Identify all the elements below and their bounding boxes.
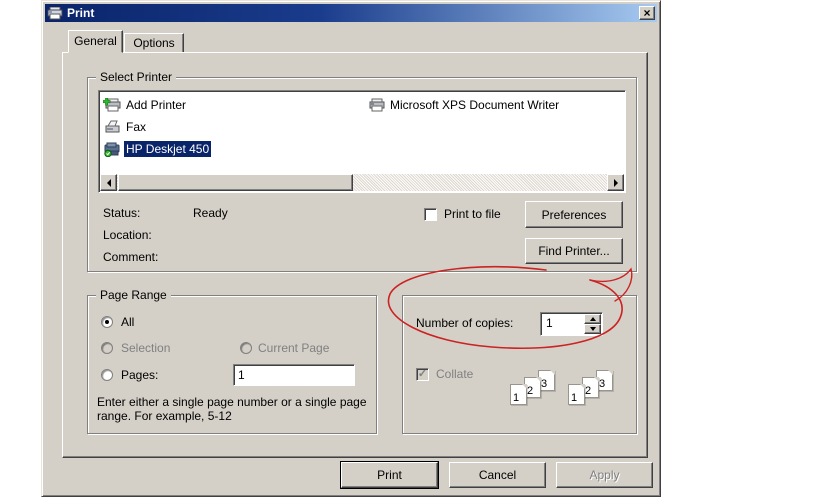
pages-input[interactable]: 1 [233,364,355,386]
status-value: Ready [193,206,228,220]
printer-list[interactable]: Add Printer Fax HP Deskjet 450 Microsoft… [98,90,626,193]
location-label: Location: [103,228,152,242]
collate-page-number: 1 [571,392,578,404]
collate-checkbox[interactable]: ✓ [416,368,429,381]
comment-label: Comment: [103,250,159,264]
find-printer-button[interactable]: Find Printer... [525,238,623,264]
apply-button-label: Apply [589,468,620,482]
list-item-selected[interactable]: HP Deskjet 450 [103,140,212,158]
window-title: Print [67,6,95,20]
tab-options[interactable]: Options [124,33,184,53]
collate-label: Collate [436,367,474,381]
print-to-file-label: Print to file [444,207,501,221]
apply-button[interactable]: Apply [556,462,653,488]
list-item[interactable]: Add Printer [103,96,188,114]
preferences-button[interactable]: Preferences [525,201,623,228]
spin-down-button[interactable] [584,324,601,334]
preferences-button-label: Preferences [541,207,607,222]
tab-general[interactable]: General [68,30,123,53]
radio-all-label[interactable]: All [121,315,134,329]
list-item[interactable]: Fax [103,118,148,136]
tab-options-label: Options [133,36,175,50]
find-printer-button-label: Find Printer... [538,244,610,258]
select-printer-group-label: Select Printer [96,70,177,84]
collate-check-icon: ✓ [417,367,428,380]
default-printer-icon [103,142,121,157]
page-range-group-label: Page Range [96,288,171,302]
print-button[interactable]: Print [340,461,439,489]
radio-pages[interactable] [101,369,113,381]
radio-current-page[interactable] [240,342,252,354]
collate-pages-icon: 3 2 1 [561,370,613,414]
number-of-copies-label: Number of copies: [416,316,514,330]
collate-page-number: 2 [585,385,592,397]
collate-page-number: 1 [513,392,520,404]
radio-selection-label: Selection [121,341,171,355]
scrollbar-thumb[interactable] [118,174,353,191]
print-to-file-checkbox[interactable] [424,208,437,221]
collate-pages-icon: 3 2 1 [503,370,555,414]
print-dialog: Print × General Options Select Printer A… [41,0,661,497]
cancel-button-label: Cancel [478,468,517,482]
page-range-group: Page Range All Selection Current Page Pa… [87,288,377,434]
scroll-left-icon [106,178,111,187]
spin-down-icon [589,327,596,331]
scroll-right-button[interactable] [607,174,624,191]
cancel-button[interactable]: Cancel [449,462,546,488]
select-printer-group: Select Printer Add Printer Fax HP Deskje… [87,70,637,272]
scroll-left-button[interactable] [100,174,117,191]
printer-icon [367,98,385,113]
printer-name: Add Printer [126,98,187,112]
printer-title-icon [47,6,63,20]
tab-general-label: General [74,34,117,48]
horizontal-scrollbar[interactable] [100,174,624,191]
close-icon: × [643,6,651,20]
printer-name: Microsoft XPS Document Writer [390,98,560,112]
number-of-copies-spinner[interactable]: 1 [540,312,603,336]
tab-page-general: Select Printer Add Printer Fax HP Deskje… [62,52,648,458]
fax-icon [103,120,121,135]
spin-up-button[interactable] [584,314,601,324]
radio-all[interactable] [101,316,113,328]
radio-pages-label[interactable]: Pages: [121,368,158,382]
collate-page-number: 3 [541,378,548,390]
radio-current-page-label: Current Page [258,341,330,355]
number-of-copies-value[interactable]: 1 [546,316,553,330]
list-item[interactable]: Microsoft XPS Document Writer [367,96,561,114]
status-label: Status: [103,206,141,220]
page-range-help-text: Enter either a single page number or a s… [97,395,367,423]
collate-page-number: 2 [527,385,534,397]
add-printer-icon [103,97,121,113]
copies-group: Number of copies: 1 ✓ Collate 3 2 1 3 2 [402,295,637,434]
collate-page-number: 3 [599,378,606,390]
printer-name: HP Deskjet 450 [124,141,212,157]
spin-up-icon [589,317,596,321]
close-button[interactable]: × [639,6,655,20]
scroll-right-icon [613,178,618,187]
radio-selection[interactable] [101,342,113,354]
titlebar[interactable]: Print × [45,4,657,22]
print-button-label: Print [377,468,402,482]
printer-name: Fax [126,120,147,134]
